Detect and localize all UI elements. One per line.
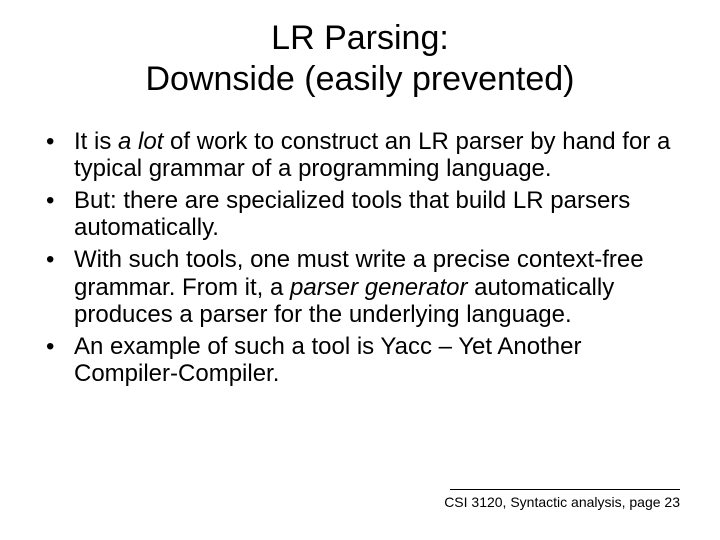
slide: LR Parsing: Downside (easily prevented) … xyxy=(0,0,720,540)
footer-text: CSI 3120, Syntactic analysis, page 23 xyxy=(444,494,680,510)
bullet-2-text: But: there are specialized tools that bu… xyxy=(74,187,630,242)
bullet-2: But: there are specialized tools that bu… xyxy=(40,187,680,242)
title-line-2: Downside (easily prevented) xyxy=(146,60,575,98)
bullet-4: An example of such a tool is Yacc – Yet … xyxy=(40,333,680,388)
bullet-4-text: An example of such a tool is Yacc – Yet … xyxy=(74,333,581,388)
bullet-1: It is a lot of work to construct an LR p… xyxy=(40,128,680,183)
bullet-1-text-c: of work to construct an LR parser by han… xyxy=(74,128,670,183)
slide-footer: CSI 3120, Syntactic analysis, page 23 xyxy=(444,489,680,510)
footer-rule xyxy=(450,489,680,490)
bullet-3-emph: parser generator xyxy=(290,274,467,301)
bullet-3: With such tools, one must write a precis… xyxy=(40,246,680,329)
bullet-1-text-a: It is xyxy=(74,128,118,155)
bullet-list: It is a lot of work to construct an LR p… xyxy=(40,128,680,388)
title-line-1: LR Parsing: xyxy=(271,19,449,57)
slide-title: LR Parsing: Downside (easily prevented) xyxy=(40,18,680,100)
bullet-1-emph: a lot xyxy=(118,128,163,155)
